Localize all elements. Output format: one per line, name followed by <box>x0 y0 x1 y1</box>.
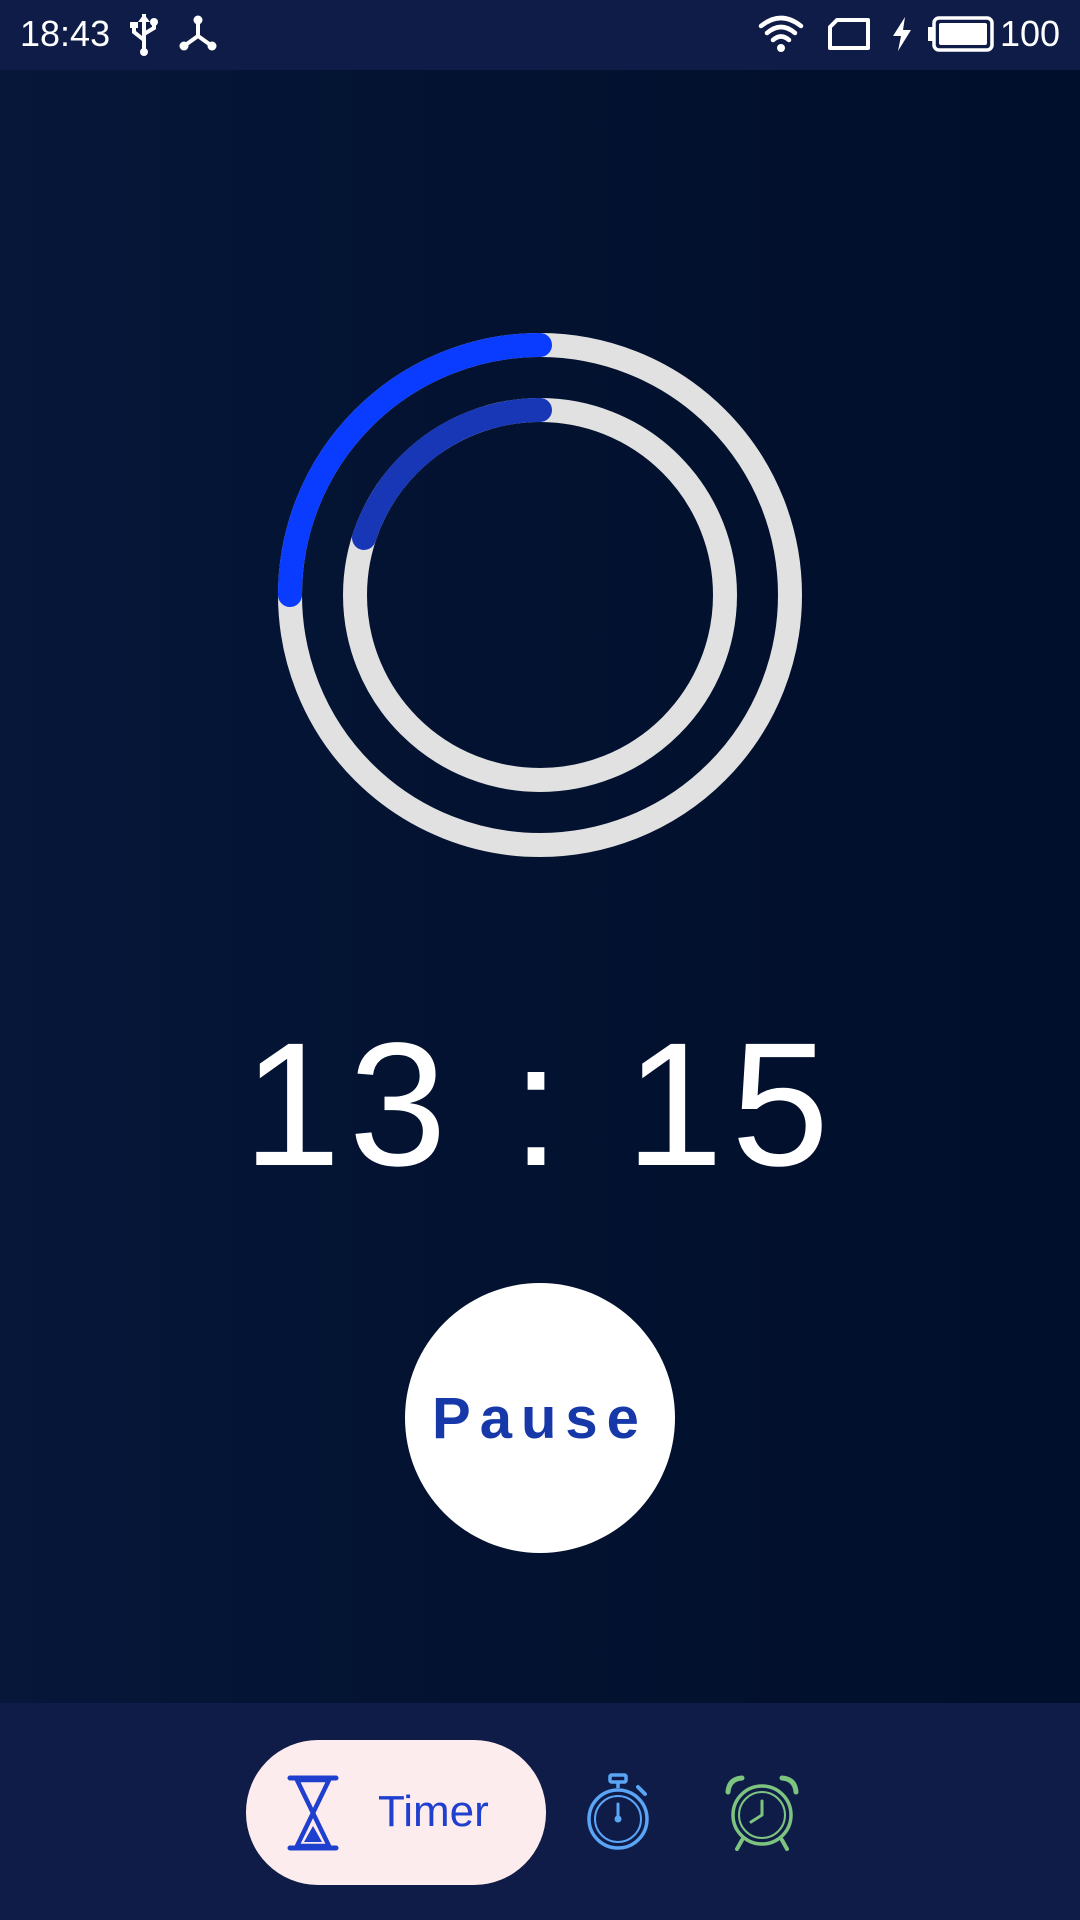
timer-display: 13 : 15 <box>242 1007 838 1203</box>
stopwatch-icon[interactable] <box>578 1773 658 1853</box>
timer-progress-rings <box>278 333 802 857</box>
tab-timer[interactable]: Timer <box>246 1740 546 1885</box>
hourglass-icon <box>286 1774 340 1852</box>
tab-timer-label: Timer <box>378 1787 489 1836</box>
status-bar: 18:43 100 <box>0 0 1080 70</box>
wifi-icon <box>756 10 806 58</box>
share-network-icon <box>178 10 218 58</box>
bottom-navigation: Timer <box>0 1703 1080 1920</box>
status-time: 18:43 <box>20 13 111 54</box>
sim-card-icon <box>826 10 872 58</box>
battery-level: 100 <box>1000 13 1061 54</box>
usb-icon <box>128 10 160 58</box>
pause-button[interactable]: Pause <box>405 1283 675 1553</box>
battery-icon <box>928 10 996 58</box>
alarm-clock-icon[interactable] <box>722 1773 802 1853</box>
charging-bolt-icon <box>888 10 916 58</box>
